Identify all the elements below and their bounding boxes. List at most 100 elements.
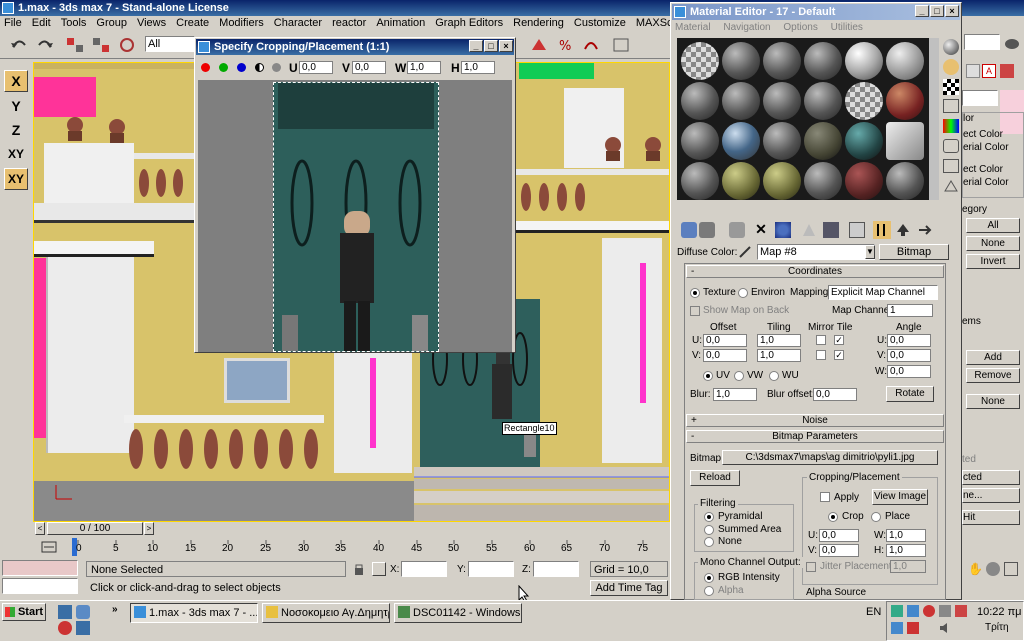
go-forward-to-sibling-icon[interactable] <box>917 222 933 238</box>
volume-icon[interactable] <box>939 622 951 634</box>
arc-rotate-icon[interactable] <box>986 562 1000 576</box>
sample-uv-tiling-icon[interactable] <box>943 99 959 113</box>
axis-x-button[interactable]: X <box>4 70 28 92</box>
map-name-dropdown-arrow[interactable]: ▼ <box>865 245 875 259</box>
v-offset-spinner[interactable]: 0,0 <box>703 349 747 362</box>
w-angle-spinner[interactable]: 0,0 <box>887 365 931 378</box>
maxscript-input-mini[interactable] <box>2 578 78 594</box>
command-panel-name-field[interactable] <box>962 90 998 106</box>
axis-xy-button[interactable]: XY <box>4 144 28 166</box>
door-image-preview[interactable] <box>273 82 439 352</box>
put-to-scene-icon[interactable] <box>699 222 715 238</box>
menu-material[interactable]: Material <box>675 22 711 33</box>
crop-u-field[interactable]: 0,0 <box>299 61 333 74</box>
percent-snap-icon[interactable]: % <box>554 34 576 56</box>
material-sample-slot[interactable] <box>681 122 719 160</box>
bitmap-parameters-rollout-header[interactable]: - Bitmap Parameters <box>686 430 944 443</box>
modify-tab-icon[interactable]: A <box>982 64 996 78</box>
tray-device-icon[interactable] <box>939 605 951 617</box>
show-map-on-back-checkbox[interactable] <box>690 306 700 316</box>
menu-file[interactable]: File <box>4 17 22 29</box>
spinner-snap-icon[interactable] <box>580 34 602 56</box>
material-sample-slot[interactable] <box>763 82 801 120</box>
redo-icon[interactable] <box>34 34 56 56</box>
crop-dialog-minimize-button[interactable]: _ <box>469 40 483 52</box>
material-editor-maximize-button[interactable]: □ <box>930 5 944 17</box>
v-tile-checkbox[interactable]: ✓ <box>834 350 844 360</box>
mirror-icon[interactable] <box>528 34 550 56</box>
material-sample-slot[interactable] <box>681 82 719 120</box>
map-name-field[interactable]: Map #8 <box>757 244 875 260</box>
select-link-icon[interactable] <box>64 34 86 56</box>
v-tiling-spinner[interactable]: 1,0 <box>757 349 801 362</box>
material-sample-slot[interactable] <box>845 82 883 120</box>
u-tiling-spinner[interactable]: 1,0 <box>757 334 801 347</box>
crop-h-field[interactable]: 1,0 <box>461 61 495 74</box>
lock-selection-icon[interactable] <box>352 562 366 576</box>
material-sample-slot[interactable] <box>804 122 842 160</box>
quicklaunch-media-icon[interactable] <box>58 621 72 635</box>
y-coordinate-field[interactable] <box>468 561 514 577</box>
maxscript-listener-mini[interactable] <box>2 560 78 576</box>
material-sample-slot[interactable] <box>845 42 883 80</box>
menu-create[interactable]: Create <box>176 17 209 29</box>
blur-spinner[interactable]: 1,0 <box>713 388 757 401</box>
x-coordinate-field[interactable] <box>401 561 447 577</box>
material-sample-slot[interactable] <box>804 162 842 200</box>
summed-area-radio[interactable] <box>704 525 714 535</box>
options-icon[interactable] <box>943 159 959 173</box>
menu-modifiers[interactable]: Modifiers <box>219 17 264 29</box>
blue-channel-icon[interactable] <box>237 63 246 72</box>
crop-v-field[interactable]: 0,0 <box>352 61 386 74</box>
crop-dialog-maximize-button[interactable]: □ <box>484 40 498 52</box>
red-channel-icon[interactable] <box>201 63 210 72</box>
get-material-icon[interactable] <box>681 222 697 238</box>
material-sample-slot[interactable] <box>722 162 760 200</box>
selected-button[interactable]: cted <box>962 470 1020 485</box>
menu-views[interactable]: Views <box>137 17 166 29</box>
material-sample-slot[interactable] <box>845 122 883 160</box>
alpha-radio[interactable] <box>704 586 714 596</box>
texture-radio[interactable] <box>690 288 700 298</box>
put-to-library-icon[interactable] <box>801 222 817 238</box>
crop-v-spinner[interactable]: 0,0 <box>819 544 859 557</box>
name-button[interactable]: ne... <box>962 488 1020 503</box>
material-sample-slot[interactable] <box>886 42 924 80</box>
axis-y-button[interactable]: Y <box>4 96 28 118</box>
quicklaunch-desktop-icon[interactable] <box>58 605 72 619</box>
absolute-mode-icon[interactable] <box>372 562 386 576</box>
menu-navigation[interactable]: Navigation <box>723 22 770 33</box>
crop-radio[interactable] <box>828 512 838 522</box>
make-preview-icon[interactable] <box>943 139 959 153</box>
wu-radio[interactable] <box>769 371 779 381</box>
menu-utilities[interactable]: Utilities <box>831 22 863 33</box>
crop-dialog-close-button[interactable]: × <box>499 40 513 52</box>
material-sample-slot[interactable] <box>681 42 719 80</box>
pyramidal-radio[interactable] <box>704 512 714 522</box>
show-map-in-viewport-icon[interactable] <box>849 222 865 238</box>
u-offset-spinner[interactable]: 0,0 <box>703 334 747 347</box>
material-editor-close-button[interactable]: × <box>945 5 959 17</box>
material-sample-slot[interactable] <box>845 162 883 200</box>
start-button[interactable]: Start <box>2 603 46 621</box>
taskbar-item-folder[interactable]: Νοσοκομειο Αγ.Δημητριος <box>262 603 390 623</box>
invert-button[interactable]: Invert <box>966 254 1020 269</box>
reset-map-icon[interactable]: ✕ <box>753 221 769 237</box>
hit-button[interactable]: Hit <box>962 510 1020 525</box>
go-to-parent-icon[interactable] <box>895 222 911 238</box>
green-channel-icon[interactable] <box>219 63 228 72</box>
alpha-channel-icon[interactable] <box>272 63 281 72</box>
menu-character[interactable]: Character <box>274 17 322 29</box>
background-icon[interactable] <box>943 79 959 95</box>
menu-customize[interactable]: Customize <box>574 17 626 29</box>
pan-hand-icon[interactable]: ✋ <box>968 562 983 576</box>
material-sample-slot[interactable] <box>886 162 924 200</box>
command-panel-dropdown[interactable] <box>964 34 1000 50</box>
rgb-intensity-radio[interactable] <box>704 573 714 583</box>
noise-rollout-header[interactable]: + Noise <box>686 414 944 427</box>
named-selection-icon[interactable] <box>610 34 632 56</box>
menu-tools[interactable]: Tools <box>61 17 87 29</box>
add-button[interactable]: Add <box>966 350 1020 365</box>
u-tile-checkbox[interactable]: ✓ <box>834 335 844 345</box>
sample-type-icon[interactable] <box>943 39 959 55</box>
